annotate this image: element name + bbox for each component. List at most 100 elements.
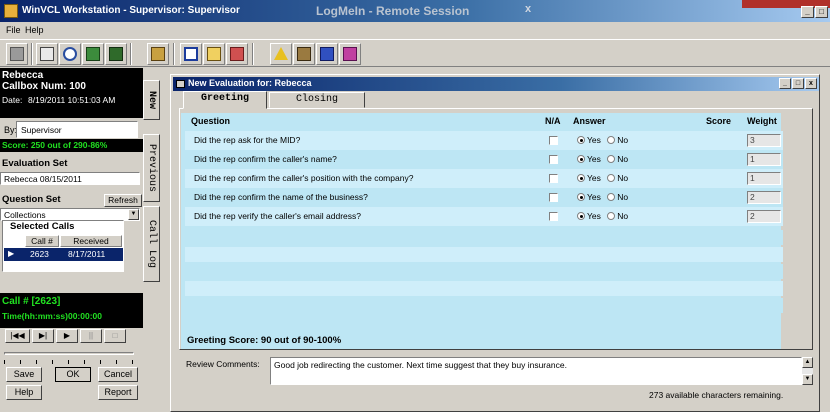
callbox-number: Callbox Num: 100: [2, 81, 86, 92]
maximize-button[interactable]: □: [815, 6, 828, 18]
na-checkbox[interactable]: [549, 174, 558, 183]
window-icon[interactable]: [180, 43, 202, 65]
col-score: Score: [706, 116, 732, 126]
date-value: 8/19/2011 10:51:03 AM: [28, 95, 116, 105]
by-field[interactable]: Supervisor: [16, 121, 138, 138]
evaluation-window: New Evaluation for: Rebecca _ □ x Greeti…: [170, 74, 820, 412]
step-forward-button[interactable]: ▶|: [32, 329, 54, 343]
logmein-close-icon[interactable]: x: [525, 3, 531, 15]
selected-calls-label: Selected Calls: [10, 221, 75, 232]
evaluation-title-bar: New Evaluation for: Rebecca _ □ x: [173, 77, 819, 91]
side-tab-new[interactable]: New: [143, 80, 160, 120]
eval-maximize-button[interactable]: □: [792, 78, 804, 89]
question-set-label: Question Set: [2, 194, 61, 205]
yes-label: Yes: [587, 154, 601, 164]
title-bar: WinVCL Workstation - Supervisor: Supervi…: [0, 0, 830, 22]
yes-radio[interactable]: [577, 155, 585, 163]
scroll-down-icon[interactable]: ▼: [802, 374, 813, 385]
na-checkbox[interactable]: [549, 155, 558, 164]
answer-radio-group: Yes No: [577, 173, 628, 183]
no-radio[interactable]: [607, 155, 616, 163]
ok-button[interactable]: OK: [55, 367, 91, 382]
pause-button[interactable]: ||: [80, 329, 102, 343]
skip-back-button[interactable]: |◀◀: [5, 329, 30, 343]
yes-radio[interactable]: [577, 212, 585, 220]
print-icon[interactable]: [6, 43, 28, 65]
weight-field[interactable]: 2: [747, 191, 781, 204]
scroll-up-icon[interactable]: ▲: [802, 357, 813, 368]
characters-remaining: 273 available characters remaining.: [649, 390, 784, 400]
calls-col-number[interactable]: Call #: [25, 235, 59, 247]
question-text: Did the rep confirm the caller's positio…: [194, 173, 414, 183]
question-row: Did the rep ask for the MID? Yes No 3: [185, 131, 783, 150]
printer-icon[interactable]: [36, 43, 58, 65]
evaluation-set-field[interactable]: Rebecca 08/15/2011: [0, 172, 140, 185]
row-pointer-icon: ▶: [8, 249, 15, 258]
phone-icon[interactable]: [82, 43, 104, 65]
search-icon[interactable]: [59, 43, 81, 65]
window-title: WinVCL Workstation - Supervisor: Supervi…: [22, 5, 240, 16]
evaluation-title: New Evaluation for: Rebecca: [188, 78, 312, 88]
weight-field[interactable]: 1: [747, 153, 781, 166]
side-tab-call-log[interactable]: Call Log: [143, 206, 160, 282]
calls-col-received[interactable]: Received: [60, 235, 122, 247]
menu-file[interactable]: File: [6, 25, 21, 35]
menu-help[interactable]: Help: [25, 25, 44, 35]
na-checkbox[interactable]: [549, 212, 558, 221]
empty-row: [185, 298, 783, 313]
yes-radio[interactable]: [577, 193, 585, 201]
eval-close-button[interactable]: x: [805, 78, 817, 89]
na-checkbox[interactable]: [549, 193, 558, 202]
stop-button[interactable]: □: [104, 329, 126, 343]
settings-icon[interactable]: [147, 43, 169, 65]
question-row: Did the rep verify the caller's email ad…: [185, 207, 783, 226]
call-row[interactable]: ▶ 2623 8/17/2011: [4, 248, 123, 261]
review-comments-field[interactable]: Good job redirecting the customer. Next …: [270, 357, 802, 385]
help-button[interactable]: Help: [6, 385, 42, 400]
review-scrollbar[interactable]: ▲ ▼: [802, 357, 813, 385]
answer-radio-group: Yes No: [577, 154, 628, 164]
answer-radio-group: Yes No: [577, 192, 628, 202]
eval-minimize-button[interactable]: _: [779, 78, 791, 89]
tab-greeting[interactable]: Greeting: [183, 91, 267, 109]
review-comments-label: Review Comments:: [186, 359, 260, 369]
no-radio[interactable]: [607, 193, 616, 201]
no-label: No: [617, 192, 629, 202]
call-timer: Call # [2623] Time(hh:mm:ss)00:00:00: [0, 293, 143, 328]
answer-radio-group: Yes No: [577, 135, 628, 145]
col-question: Question: [191, 116, 231, 126]
warning-icon[interactable]: [270, 43, 292, 65]
winvcl-app: WinVCL Workstation - Supervisor: Supervi…: [0, 0, 830, 412]
no-radio[interactable]: [607, 174, 616, 182]
no-radio[interactable]: [607, 212, 616, 220]
evaluation-set-label: Evaluation Set: [2, 158, 68, 169]
side-tab-previous[interactable]: Previous: [143, 134, 160, 202]
chevron-down-icon[interactable]: ▼: [128, 209, 139, 220]
minimize-button[interactable]: _: [801, 6, 814, 18]
tools-icon[interactable]: [226, 43, 248, 65]
play-button[interactable]: ▶: [56, 329, 78, 343]
tab-closing[interactable]: Closing: [269, 92, 365, 108]
question-row: Did the rep confirm the caller's positio…: [185, 169, 783, 188]
weight-field[interactable]: 1: [747, 172, 781, 185]
save-button[interactable]: Save: [6, 367, 42, 382]
weight-field[interactable]: 2: [747, 210, 781, 223]
no-radio[interactable]: [607, 136, 616, 144]
left-panel: Rebecca Callbox Num: 100 Date: 8/19/2011…: [0, 68, 143, 412]
cancel-button[interactable]: Cancel: [98, 367, 138, 382]
timer-call-number: Call # [2623]: [2, 296, 61, 307]
report-button[interactable]: Report: [98, 385, 138, 400]
yes-radio[interactable]: [577, 136, 585, 144]
na-checkbox[interactable]: [549, 136, 558, 145]
pencil-icon[interactable]: [293, 43, 315, 65]
book-icon[interactable]: [105, 43, 127, 65]
gift-icon[interactable]: [339, 43, 361, 65]
playback-slider[interactable]: [4, 348, 134, 368]
menu-bar: File Help: [0, 22, 830, 38]
weight-field[interactable]: 3: [747, 134, 781, 147]
yes-radio[interactable]: [577, 174, 585, 182]
arrow-icon[interactable]: [203, 43, 225, 65]
monitor-icon[interactable]: [316, 43, 338, 65]
refresh-button[interactable]: Refresh: [104, 194, 142, 207]
empty-row: [185, 247, 783, 262]
